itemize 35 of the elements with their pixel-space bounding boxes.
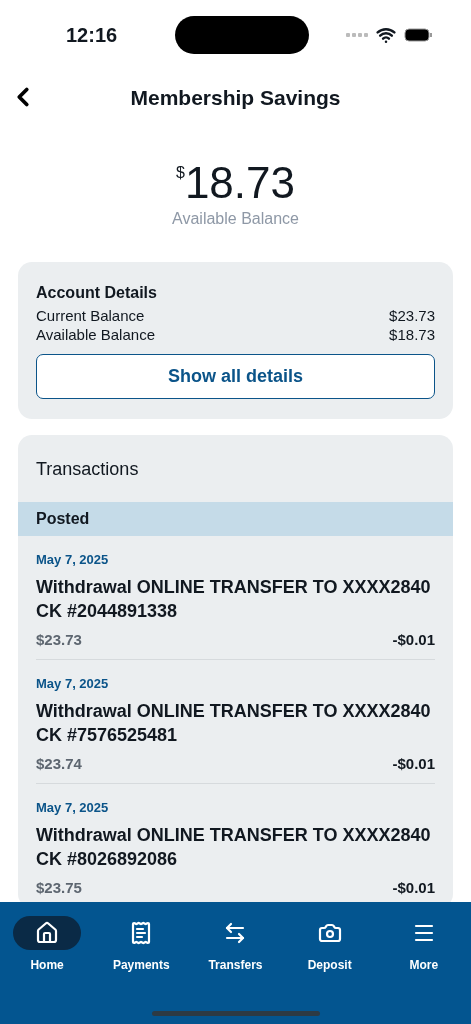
transaction-amount: -$0.01 xyxy=(392,755,435,772)
show-details-button[interactable]: Show all details xyxy=(36,354,435,399)
running-balance: $23.74 xyxy=(36,755,82,772)
tab-item[interactable]: Home xyxy=(2,916,93,1024)
transaction-amount: -$0.01 xyxy=(392,631,435,648)
transaction-description: Withdrawal ONLINE TRANSFER TO XXXX2840 CK #8026892086 xyxy=(36,825,431,869)
running-balance: $23.73 xyxy=(36,631,82,648)
tab-item[interactable]: Payments xyxy=(96,916,187,1024)
balance-amount: 18.73 xyxy=(184,158,295,208)
tab-item[interactable]: Transfers xyxy=(190,916,281,1024)
home-icon xyxy=(35,921,60,945)
detail-label: Available Balance xyxy=(36,326,155,343)
card-title: Account Details xyxy=(36,284,157,301)
tab-item[interactable]: More xyxy=(378,916,469,1024)
running-balance: $23.75 xyxy=(36,879,82,896)
balance-label: Available Balance xyxy=(172,210,299,227)
transaction-date: May 7, 2025 xyxy=(36,800,109,815)
signal-icon xyxy=(346,33,368,37)
page-title: Membership Savings xyxy=(130,86,341,110)
transaction-description: Withdrawal ONLINE TRANSFER TO XXXX2840 CK #2044891338 xyxy=(36,577,431,621)
transaction-amount: -$0.01 xyxy=(392,879,435,896)
camera-icon xyxy=(317,921,342,945)
card-title: Transactions xyxy=(36,459,139,479)
transaction-date: May 7, 2025 xyxy=(36,676,109,691)
detail-value: $23.73 xyxy=(389,307,435,324)
tab-item[interactable]: Deposit xyxy=(284,916,375,1024)
section-header: Posted xyxy=(18,502,453,536)
wifi-icon xyxy=(376,25,396,45)
status-time: 12:16 xyxy=(66,23,118,47)
currency-symbol: $ xyxy=(176,164,185,181)
transaction-date: May 7, 2025 xyxy=(36,552,109,567)
battery-icon xyxy=(404,28,433,42)
transaction-description: Withdrawal ONLINE TRANSFER TO XXXX2840 CK #7576525481 xyxy=(36,701,431,745)
detail-value: $18.73 xyxy=(389,326,435,343)
detail-label: Current Balance xyxy=(36,307,145,324)
